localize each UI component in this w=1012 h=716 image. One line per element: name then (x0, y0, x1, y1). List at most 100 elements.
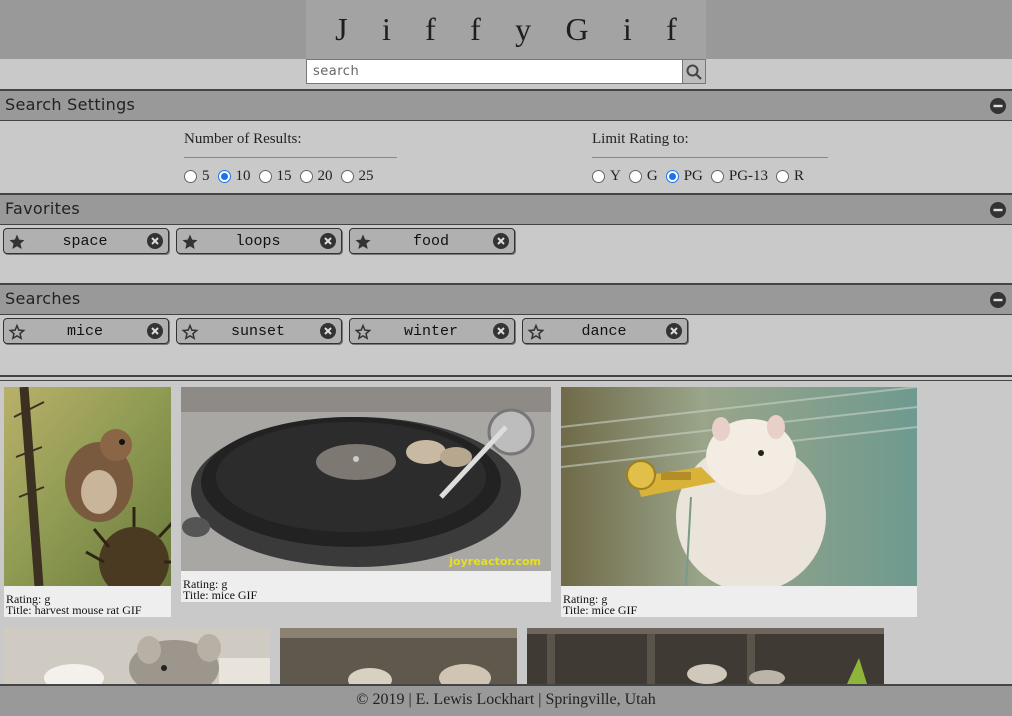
close-icon[interactable] (493, 323, 509, 339)
title-letter: i (622, 11, 632, 47)
divider (592, 157, 828, 158)
radio-button[interactable] (665, 170, 679, 183)
search-chip-sunset[interactable]: sunset (176, 318, 342, 344)
chip-label: sunset (230, 323, 285, 340)
gif-title: Title: mice GIF (563, 603, 638, 617)
gif-title: Title: harvest mouse rat GIF (6, 603, 142, 617)
radio-label: G (646, 168, 658, 184)
close-icon[interactable] (493, 233, 509, 249)
rating-label: Limit Rating to: (592, 131, 689, 147)
radio-button[interactable] (299, 170, 313, 183)
rating-option-r[interactable]: R (776, 168, 804, 185)
collapse-icon[interactable] (990, 98, 1006, 114)
radio-button[interactable] (710, 170, 724, 183)
gif-image[interactable] (4, 387, 171, 586)
section-title: Searches (5, 289, 81, 308)
star-outline-icon[interactable] (354, 323, 372, 341)
rating-setting: Limit Rating to: Y G PG PG-13 R (592, 131, 828, 185)
title-letter: f (425, 11, 436, 47)
radio-label: 15 (276, 168, 292, 184)
results-option-10[interactable]: 10 (217, 168, 251, 185)
gif-card[interactable] (4, 628, 270, 684)
rating-option-g[interactable]: G (628, 168, 658, 185)
favorites-section-header[interactable]: Favorites (0, 193, 1012, 225)
gif-image[interactable] (561, 387, 917, 586)
radio-label: PG (683, 168, 703, 184)
results-option-20[interactable]: 20 (299, 168, 333, 185)
rating-option-y[interactable]: Y (592, 168, 621, 185)
gif-card[interactable] (527, 628, 884, 684)
header: J i f f y G i f (0, 0, 1012, 59)
title-letter: i (381, 11, 391, 47)
results-option-15[interactable]: 15 (258, 168, 292, 185)
search-icon (686, 64, 702, 80)
title-letter: f (470, 11, 481, 47)
star-filled-icon[interactable] (181, 233, 199, 251)
rating-option-pg[interactable]: PG (665, 168, 703, 185)
chip-label: loops (235, 233, 281, 250)
radio-button[interactable] (592, 170, 605, 183)
radio-label: PG-13 (728, 168, 769, 184)
results-divider (0, 375, 1012, 381)
title-letter: f (666, 11, 677, 47)
search-button[interactable] (682, 59, 706, 84)
star-outline-icon[interactable] (527, 323, 545, 341)
gif-image[interactable] (527, 628, 884, 684)
close-icon[interactable] (147, 233, 163, 249)
radio-label: Y (610, 168, 621, 184)
radio-button[interactable] (340, 170, 354, 183)
star-outline-icon[interactable] (181, 323, 199, 341)
chip-label: space (62, 233, 108, 250)
favorite-chip-loops[interactable]: loops (176, 228, 342, 254)
rating-options: Y G PG PG-13 R (592, 168, 828, 185)
collapse-icon[interactable] (990, 292, 1006, 308)
gif-card[interactable] (280, 628, 517, 684)
title-letter: G (565, 11, 589, 47)
gif-image[interactable]: joyreactor.com (181, 387, 551, 571)
results-option-25[interactable]: 25 (340, 168, 374, 185)
search-chip-winter[interactable]: winter (349, 318, 515, 344)
title-letter: y (515, 11, 532, 47)
radio-button[interactable] (258, 170, 272, 183)
collapse-icon[interactable] (990, 202, 1006, 218)
close-icon[interactable] (320, 323, 336, 339)
star-filled-icon[interactable] (354, 233, 372, 251)
footer-text: © 2019 | E. Lewis Lockhart | Springville… (356, 691, 656, 708)
settings-section-header[interactable]: Search Settings (0, 89, 1012, 121)
radio-button[interactable] (184, 170, 197, 183)
favorite-chip-space[interactable]: space (3, 228, 169, 254)
results-option-5[interactable]: 5 (184, 168, 210, 185)
radio-button[interactable] (217, 170, 231, 183)
search-row (0, 59, 1012, 86)
rating-option-pg13[interactable]: PG-13 (710, 168, 769, 185)
chip-label: mice (66, 323, 103, 340)
gif-image[interactable] (4, 628, 270, 684)
gif-image[interactable] (280, 628, 517, 684)
gif-card[interactable]: joyreactor.com Rating: g Title: mice GIF (181, 387, 551, 602)
close-icon[interactable] (147, 323, 163, 339)
radio-button[interactable] (776, 170, 790, 183)
favorite-chip-food[interactable]: food (349, 228, 515, 254)
chip-label: winter (403, 323, 458, 340)
results-count-setting: Number of Results: 5 10 15 20 25 (184, 131, 397, 185)
title-letter: J (335, 11, 348, 47)
searches-section-header[interactable]: Searches (0, 283, 1012, 315)
radio-button[interactable] (628, 170, 642, 183)
section-title: Search Settings (5, 95, 136, 114)
search-chip-dance[interactable]: dance (522, 318, 688, 344)
search-input[interactable] (306, 59, 683, 84)
divider (184, 157, 397, 158)
gif-card[interactable]: Rating: g Title: harvest mouse rat GIF (4, 387, 171, 617)
gif-card[interactable]: Rating: g Title: mice GIF (561, 387, 917, 617)
star-filled-icon[interactable] (8, 233, 26, 251)
results-count-label: Number of Results: (184, 131, 302, 147)
site-title: J i f f y G i f (306, 0, 706, 59)
footer: © 2019 | E. Lewis Lockhart | Springville… (0, 684, 1012, 716)
close-icon[interactable] (666, 323, 682, 339)
close-icon[interactable] (320, 233, 336, 249)
search-chip-mice[interactable]: mice (3, 318, 169, 344)
star-outline-icon[interactable] (8, 323, 26, 341)
radio-label: 25 (358, 168, 374, 184)
radio-label: R (794, 168, 805, 184)
radio-label: 20 (317, 168, 333, 184)
